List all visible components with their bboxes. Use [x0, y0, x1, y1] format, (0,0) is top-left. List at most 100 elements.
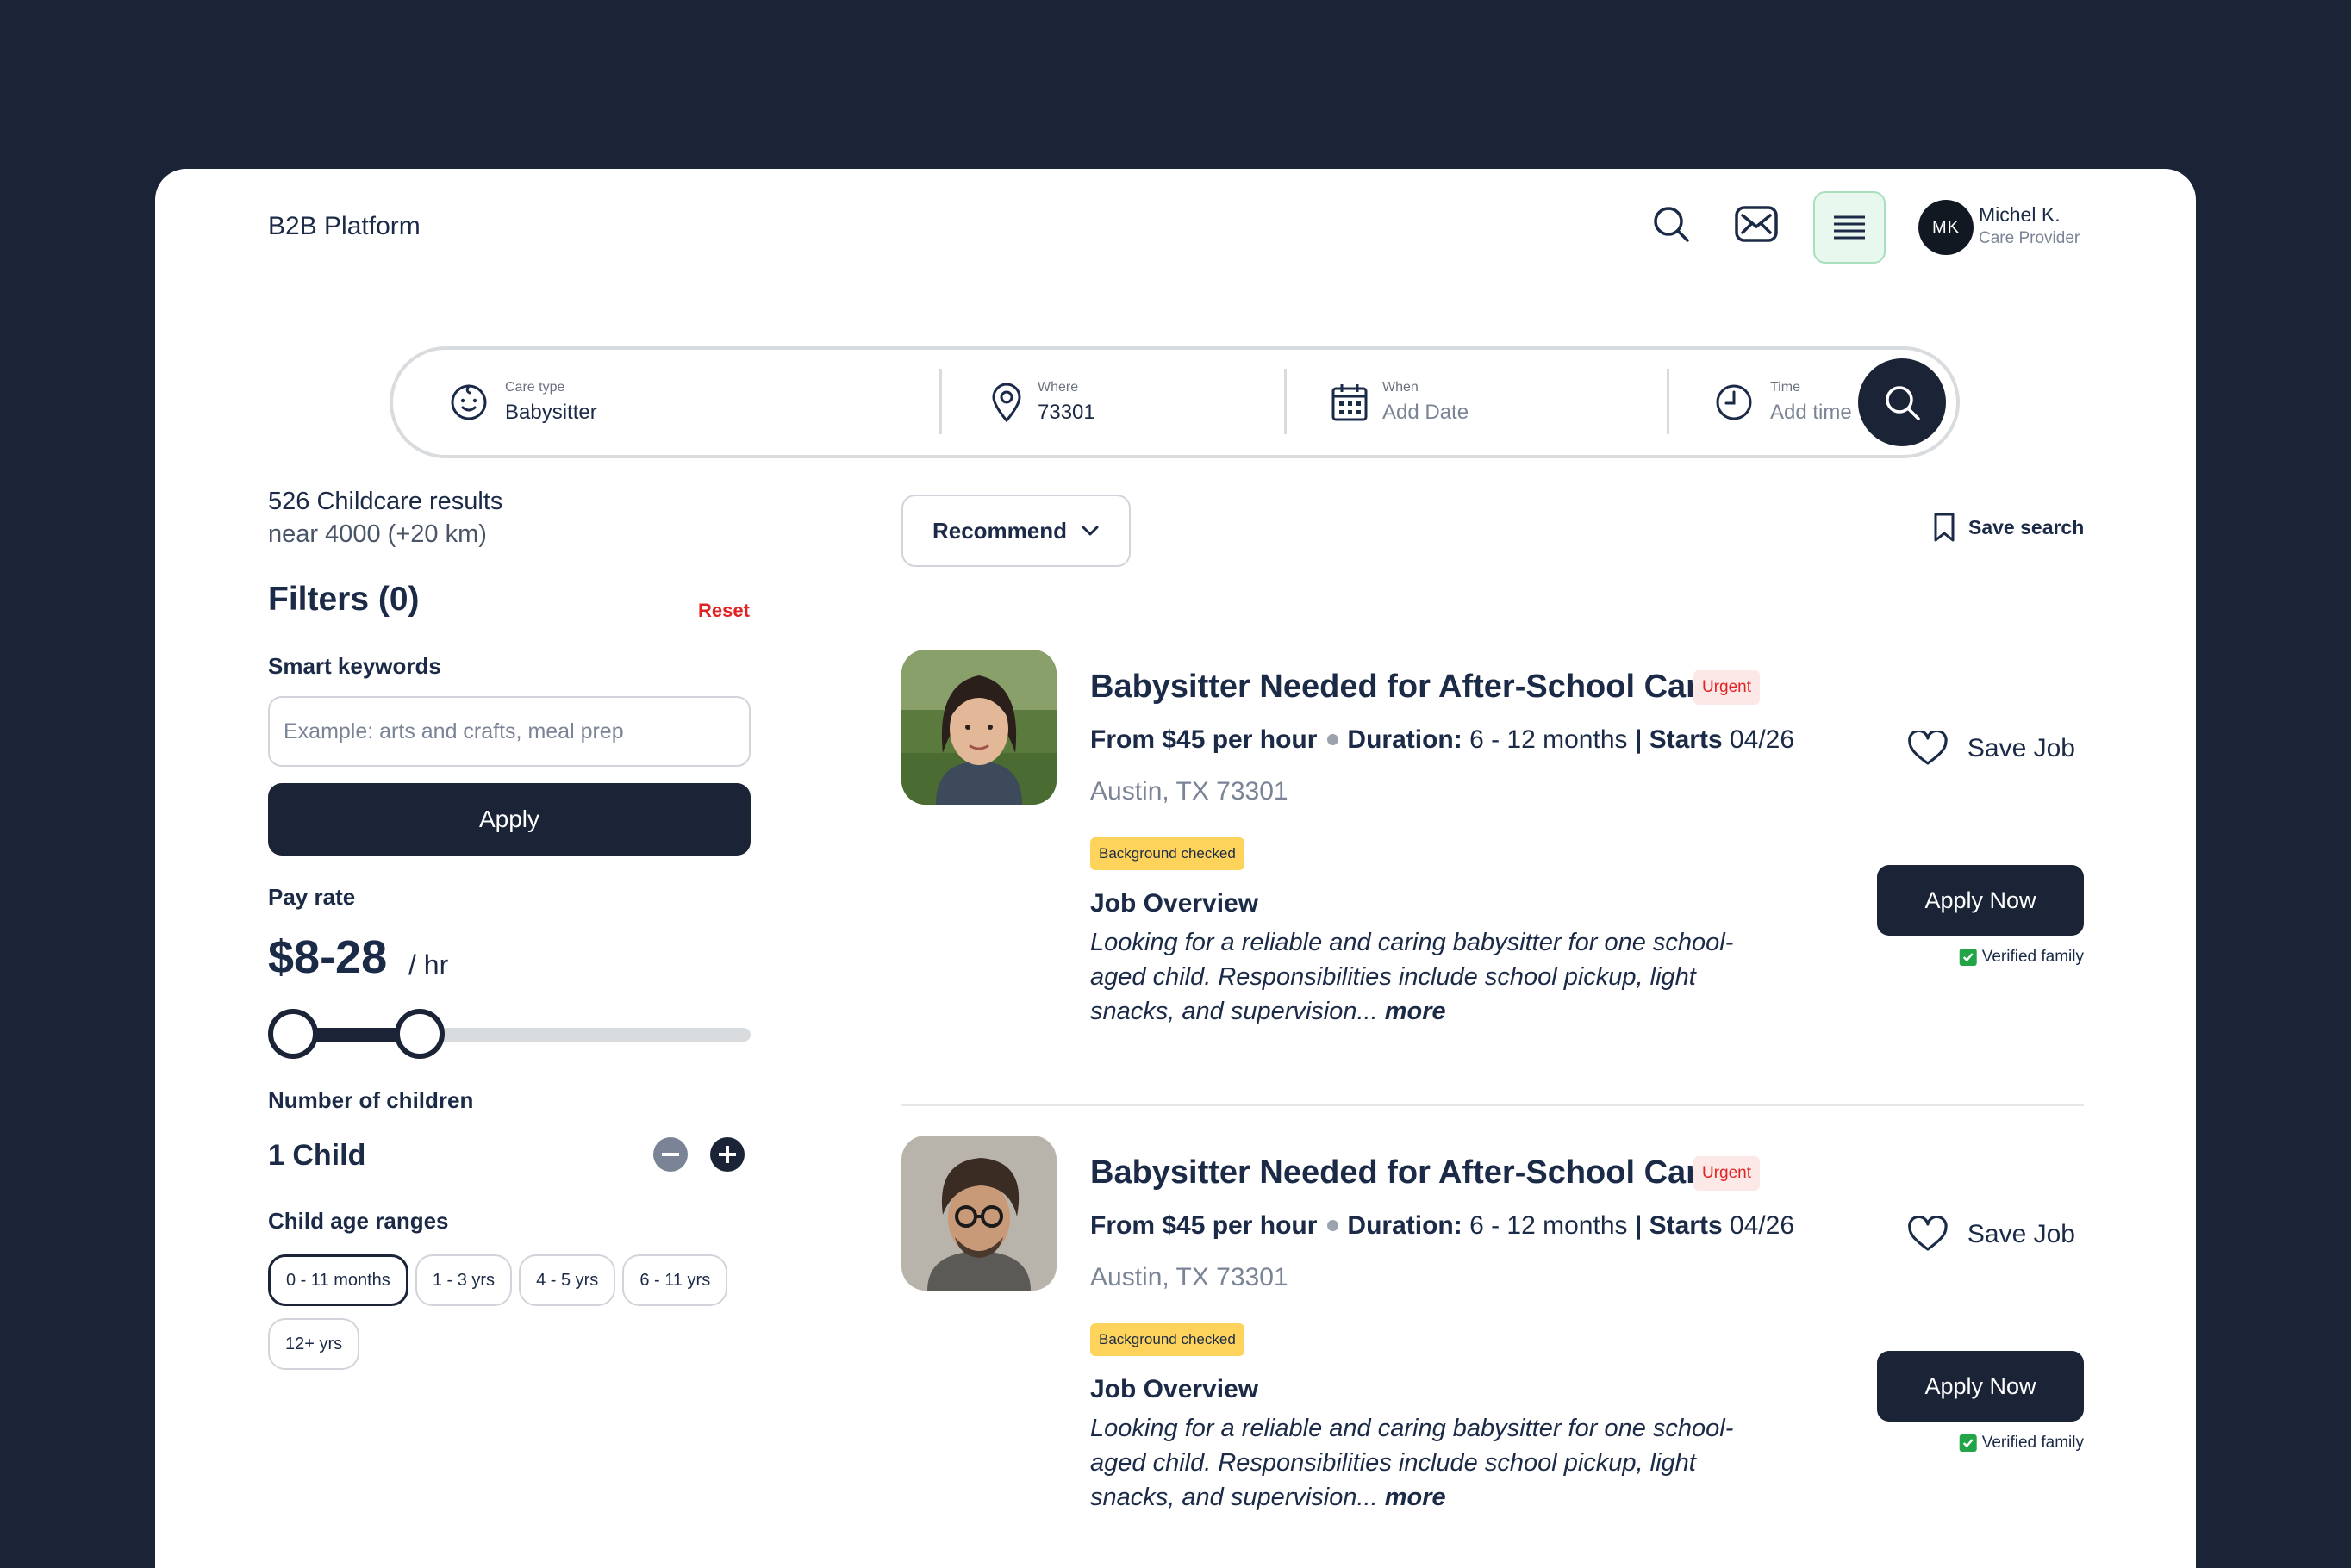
verified-family-badge: Verified family	[1959, 948, 2084, 967]
clock-icon	[1716, 384, 1752, 420]
check-icon	[1959, 1434, 1977, 1452]
reset-filters-link[interactable]: Reset	[698, 600, 750, 622]
job-meta: From $45 per hour Duration: 6 - 12 months…	[1090, 1211, 1794, 1241]
age-range-chip[interactable]: 0 - 11 months	[268, 1254, 408, 1306]
job-rate: From $45 per hour	[1090, 1211, 1318, 1240]
time-value: Add time	[1770, 401, 1852, 424]
search-divider	[1284, 369, 1287, 434]
background-checked-badge: Background checked	[1090, 837, 1244, 870]
user-role: Care Provider	[1979, 229, 2080, 247]
smart-keywords-label: Smart keywords	[268, 653, 441, 679]
more-link[interactable]: more	[1385, 1484, 1446, 1511]
search-icon	[1654, 207, 1689, 242]
apply-now-button[interactable]: Apply Now	[1877, 1351, 2084, 1422]
baby-face-icon	[451, 384, 487, 420]
save-job-button[interactable]: Save Job	[1907, 731, 2075, 767]
job-start-date: 04/26	[1729, 1211, 1795, 1240]
caregiver-photo[interactable]	[901, 650, 1057, 805]
job-overview-title: Job Overview	[1090, 1375, 1259, 1403]
age-range-chip[interactable]: 6 - 11 yrs	[622, 1254, 728, 1306]
urgent-badge: Urgent	[1693, 1156, 1761, 1191]
verified-family-badge: Verified family	[1959, 1434, 2084, 1453]
brand-logo[interactable]: B2B Platform	[268, 212, 421, 241]
background-checked-badge: Background checked	[1090, 1323, 1244, 1356]
starts-label: | Starts	[1634, 725, 1723, 754]
messages-button[interactable]	[1725, 193, 1787, 255]
when-field[interactable]: When Add Date	[1329, 350, 1469, 455]
save-job-button[interactable]: Save Job	[1907, 1216, 2075, 1253]
menu-button[interactable]	[1813, 191, 1886, 264]
chevron-down-icon	[1082, 526, 1099, 536]
check-icon	[1959, 949, 1977, 966]
job-start-date: 04/26	[1729, 725, 1795, 754]
job-meta: From $45 per hour Duration: 6 - 12 months…	[1090, 725, 1794, 755]
pay-rate-max-handle[interactable]	[395, 1009, 445, 1059]
age-range-chip[interactable]: 12+ yrs	[268, 1318, 360, 1370]
increase-children-button[interactable]	[710, 1137, 745, 1172]
starts-label: | Starts	[1634, 1211, 1723, 1240]
heart-icon	[1908, 1216, 1948, 1251]
number-of-children-value: 1 Child	[268, 1139, 366, 1172]
where-label: Where	[1038, 380, 1079, 395]
caregiver-photo[interactable]	[901, 1136, 1057, 1291]
job-location: Austin, TX 73301	[1090, 777, 1288, 806]
child-age-ranges-label: Child age ranges	[268, 1208, 449, 1234]
care-type-field[interactable]: Care type Babysitter	[448, 350, 597, 455]
duration-label: Duration:	[1347, 1211, 1462, 1240]
job-rate: From $45 per hour	[1090, 725, 1318, 754]
when-value: Add Date	[1382, 401, 1469, 424]
results-location: near 4000 (+20 km)	[268, 520, 487, 548]
main-card: B2B Platform MK Michel K. Care Provider	[155, 169, 2196, 1568]
save-job-label: Save Job	[1967, 1220, 2075, 1248]
pay-rate-label: Pay rate	[268, 884, 356, 910]
apply-filters-button[interactable]: Apply	[268, 783, 751, 856]
sort-label: Recommend	[932, 517, 1068, 544]
location-pin-icon	[992, 383, 1021, 423]
job-duration: 6 - 12 months	[1469, 725, 1628, 754]
where-field[interactable]: Where 73301	[986, 350, 1095, 455]
job-card: Babysitter Needed for After-School Care …	[901, 1104, 2084, 1568]
age-range-chip[interactable]: 1 - 3 yrs	[415, 1254, 513, 1306]
job-title[interactable]: Babysitter Needed for After-School Care	[1090, 669, 1717, 706]
bookmark-icon	[1934, 513, 1955, 542]
verified-family-label: Verified family	[1981, 948, 2084, 966]
heart-icon	[1908, 731, 1948, 765]
save-job-label: Save Job	[1967, 734, 2075, 762]
age-range-chips: 0 - 11 months 1 - 3 yrs 4 - 5 yrs 6 - 11 yr…	[268, 1254, 768, 1370]
calendar-icon	[1331, 384, 1368, 421]
decrease-children-button[interactable]	[653, 1137, 688, 1172]
save-search-label: Save search	[1968, 515, 2085, 538]
pay-rate-min-handle[interactable]	[268, 1009, 318, 1059]
job-overview-text: Looking for a reliable and caring babysi…	[1090, 1411, 1780, 1515]
time-label: Time	[1770, 380, 1800, 395]
user-name: Michel K.	[1979, 203, 2061, 226]
search-icon	[1886, 386, 1920, 420]
menu-icon	[1834, 215, 1865, 240]
care-type-label: Care type	[505, 380, 565, 395]
duration-label: Duration:	[1347, 725, 1462, 754]
when-label: When	[1382, 380, 1419, 395]
job-overview-text: Looking for a reliable and caring babysi…	[1090, 925, 1780, 1029]
more-link[interactable]: more	[1385, 998, 1446, 1025]
job-overview-title: Job Overview	[1090, 889, 1259, 918]
search-submit-button[interactable]	[1858, 358, 1946, 446]
save-search-button[interactable]: Save search	[1932, 512, 2084, 543]
job-title[interactable]: Babysitter Needed for After-School Care	[1090, 1154, 1717, 1192]
sort-dropdown[interactable]: Recommend	[901, 495, 1131, 567]
separator-dot	[1327, 733, 1339, 745]
where-value: 73301	[1038, 401, 1095, 424]
smart-keywords-input[interactable]	[268, 696, 751, 767]
search-divider	[1667, 369, 1669, 434]
mail-icon	[1735, 206, 1778, 242]
care-type-value: Babysitter	[505, 401, 597, 424]
plus-icon	[719, 1146, 736, 1163]
search-bar: Care type Babysitter Where 73301 When Ad…	[390, 346, 1960, 458]
results-count: 526 Childcare results	[268, 488, 503, 515]
apply-now-button[interactable]: Apply Now	[1877, 865, 2084, 936]
time-field[interactable]: Time Add time	[1713, 350, 1852, 455]
job-location: Austin, TX 73301	[1090, 1263, 1288, 1291]
avatar[interactable]: MK	[1918, 200, 1974, 255]
header-search-button[interactable]	[1640, 193, 1702, 255]
age-range-chip[interactable]: 4 - 5 yrs	[519, 1254, 616, 1306]
number-of-children-label: Number of children	[268, 1087, 474, 1113]
